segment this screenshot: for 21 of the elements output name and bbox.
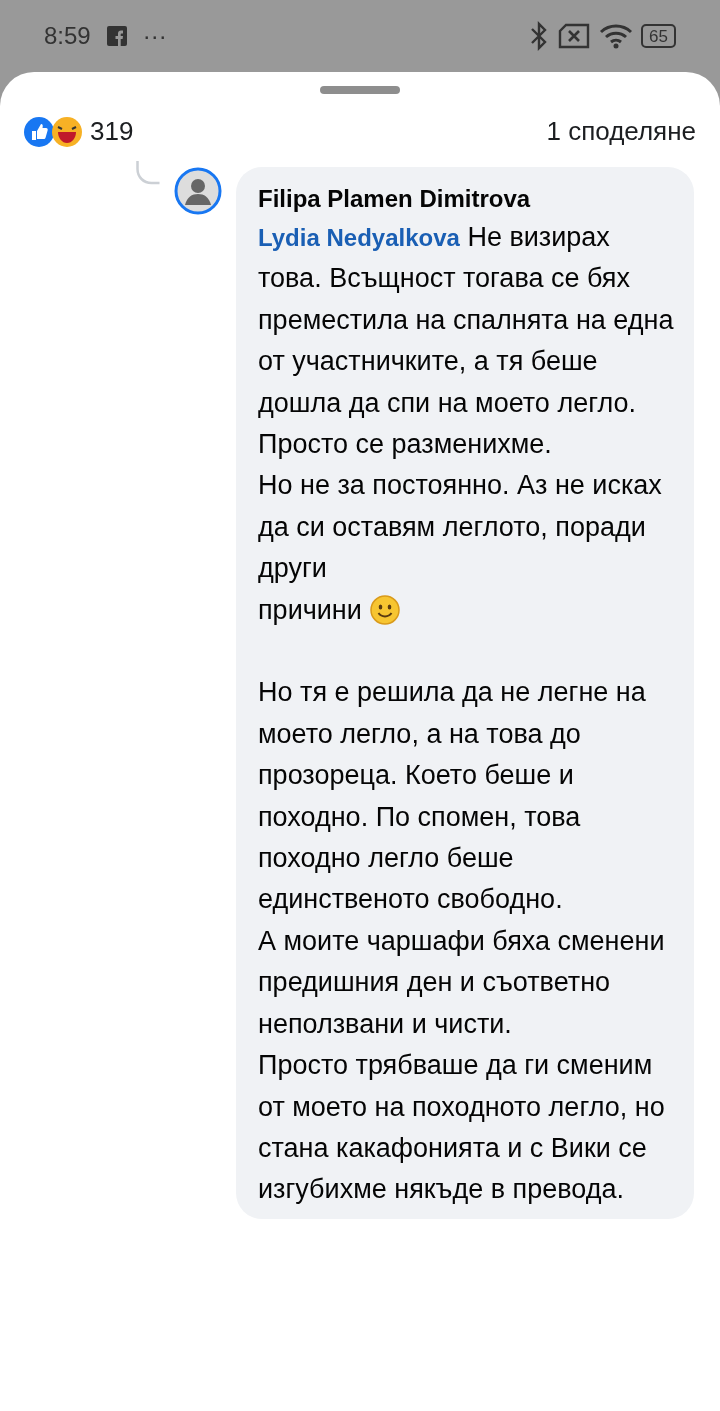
avatar[interactable] bbox=[174, 167, 222, 215]
comment-text: А моите чаршафи бяха сменени предишния ден и съответно неползвани и чисти. bbox=[258, 924, 666, 1041]
comment-author[interactable]: Filipa Plamen Dimitrova bbox=[258, 181, 676, 217]
smiley-icon bbox=[369, 595, 400, 626]
comment-text: Просто трябваше да ги сменим от моето на походното легло, но стана какафонията и с Вики се изгубихме някъде в превода. bbox=[258, 1049, 666, 1207]
reaction-count[interactable]: 319 bbox=[90, 112, 134, 151]
wifi-icon bbox=[599, 23, 634, 49]
comment-text: причини bbox=[258, 593, 362, 627]
drag-handle[interactable] bbox=[320, 86, 400, 94]
app-icon bbox=[106, 26, 127, 46]
share-count[interactable]: 1 споделяне bbox=[546, 112, 696, 151]
battery-indicator: 65 bbox=[641, 24, 676, 48]
laughing-reaction-icon bbox=[52, 116, 82, 147]
comment-text: Lydia Nedyalkova Не визирах това. Всъщност тогава се бях преместила на спалнята на една от участничките, а тя беше дошла да спи на моето легло. Просто се разменихме. bbox=[258, 221, 675, 462]
no-sim-icon bbox=[557, 23, 592, 49]
mention-link[interactable]: Lydia Nedyalkova bbox=[258, 224, 460, 251]
thread-line bbox=[136, 161, 160, 185]
clock-time: 8:59 bbox=[44, 21, 91, 51]
comment-text: Но тя е решила да не легне на моето легло, а на това до прозореца. Което беше и походно. По спомен, това походно легло беше единственото свободно. bbox=[258, 676, 647, 917]
more-notifications: ··· bbox=[142, 21, 167, 51]
like-reaction-icon bbox=[24, 116, 54, 147]
